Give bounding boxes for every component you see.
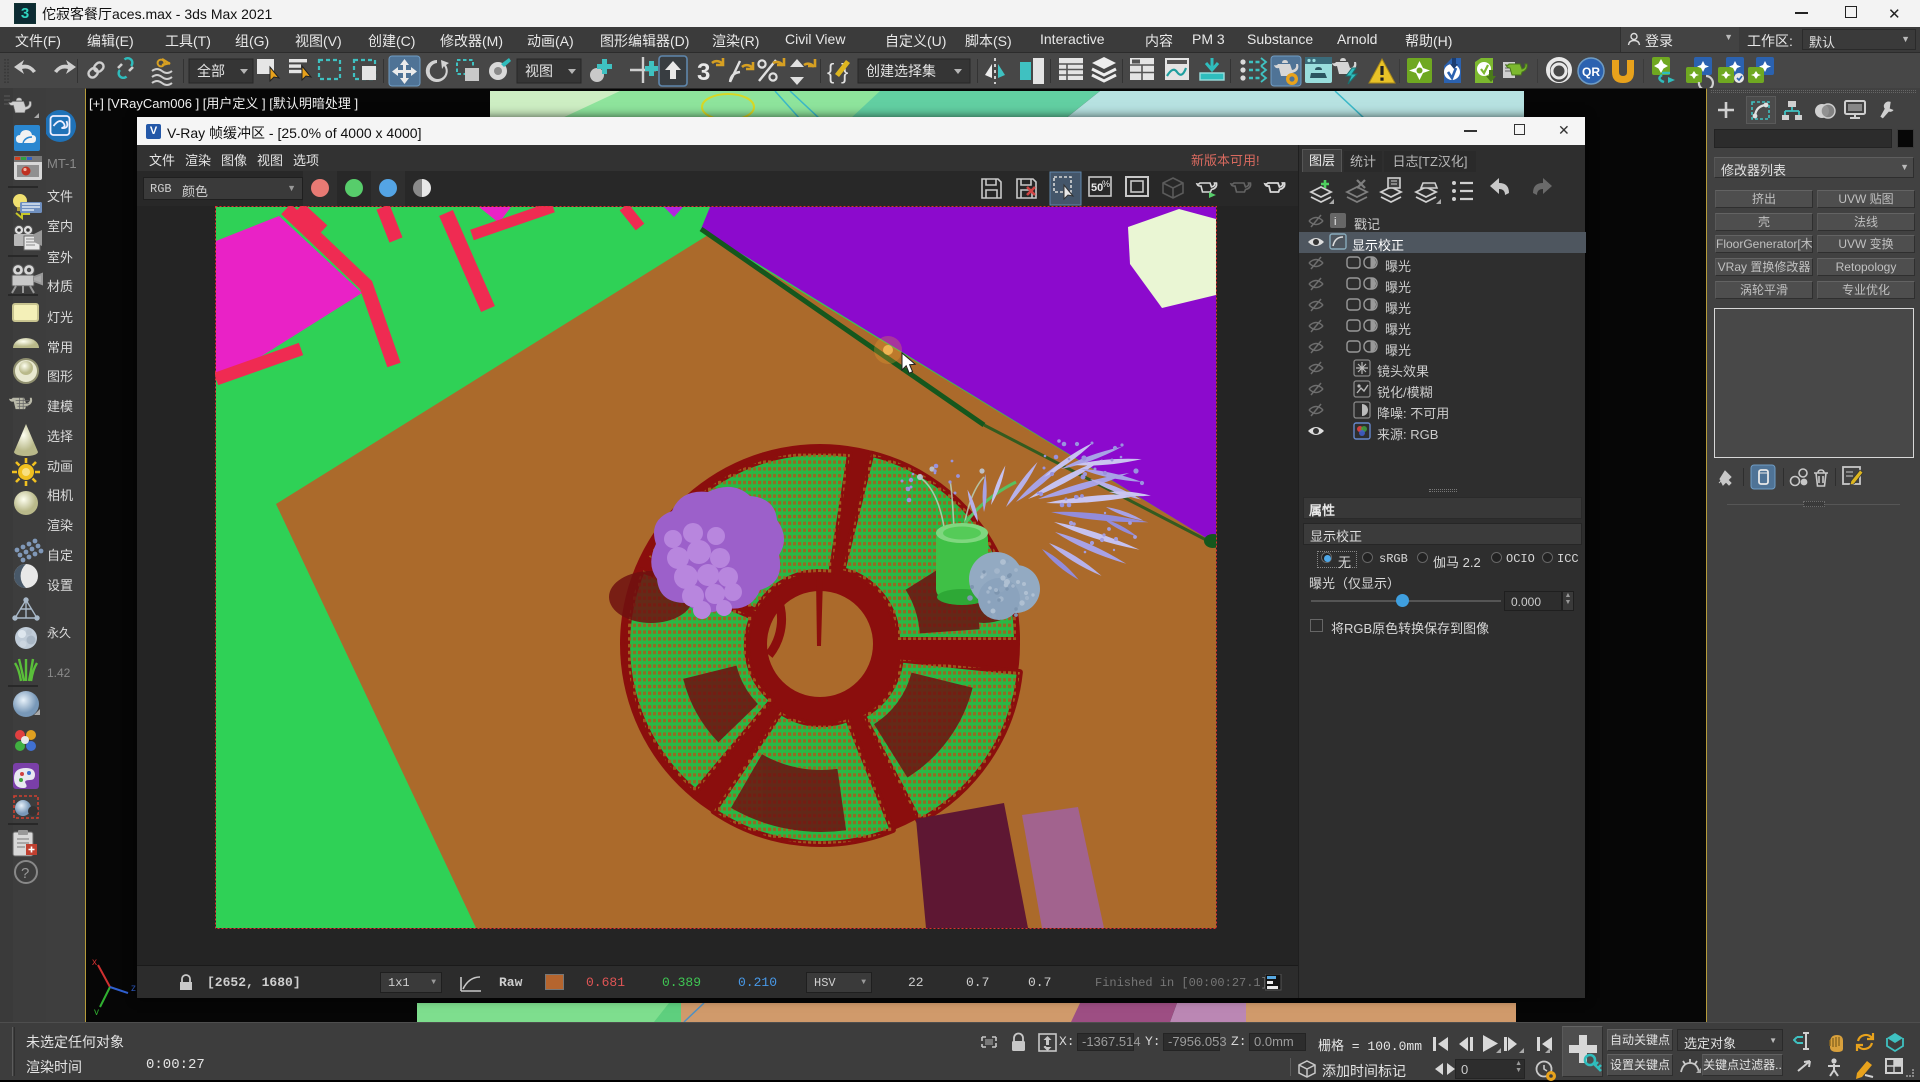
svg-text:i: i [1334, 216, 1336, 228]
svg-text:y: y [94, 1007, 99, 1015]
svg-text:创建选择集: 创建选择集 [866, 63, 936, 79]
svg-text:全部: 全部 [197, 63, 225, 79]
svg-text:x: x [92, 957, 97, 968]
svg-text:3: 3 [697, 59, 710, 86]
svg-text:z: z [131, 983, 136, 994]
svg-text:视图: 视图 [525, 63, 553, 79]
svg-text:%: % [1102, 179, 1110, 189]
svg-text:?: ? [21, 865, 29, 882]
svg-text:{: { [827, 59, 834, 84]
svg-text:QR: QR [1582, 65, 1600, 79]
